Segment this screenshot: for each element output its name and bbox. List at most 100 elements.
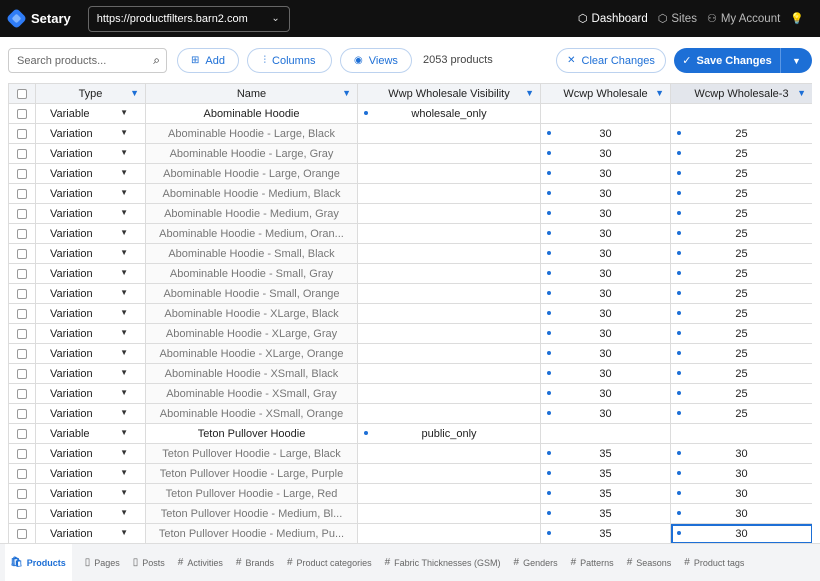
table-row[interactable]: Variation ▼ Abominable Hoodie - Small, Bla… [8,243,812,264]
visibility-cell[interactable] [357,303,541,324]
wholesale-3-cell[interactable] [670,423,812,444]
tab-posts[interactable]: ▯ Posts [133,544,165,581]
table-row[interactable]: Variation ▼ Abominable Hoodie - Medium, Bl… [8,183,812,204]
row-select-cell[interactable] [8,323,36,344]
clear-changes-button[interactable]: ✕ Clear Changes [556,48,666,73]
table-row[interactable]: Variation ▼ Abominable Hoodie - Medium, Gr… [8,203,812,224]
column-header-type[interactable]: Type ▼ [35,83,146,104]
caret-down-icon[interactable]: ▼ [120,208,128,217]
visibility-cell[interactable] [357,483,541,504]
row-select-cell[interactable] [8,483,36,504]
filter-icon[interactable]: ▼ [342,88,351,98]
name-cell[interactable]: Abominable Hoodie - XLarge, Orange [145,343,358,364]
column-header-visibility[interactable]: Wwp Wholesale Visibility ▼ [357,83,541,104]
caret-down-icon[interactable]: ▼ [120,288,128,297]
name-cell[interactable]: Teton Pullover Hoodie - Medium, Pu... [145,523,358,543]
wholesale-3-cell[interactable]: 25 [670,243,812,264]
name-cell[interactable]: Teton Pullover Hoodie [145,423,358,444]
views-button[interactable]: ◉ Views [340,48,412,73]
visibility-cell[interactable] [357,223,541,244]
tab-activities[interactable]: # Activities [178,544,223,581]
column-header-name[interactable]: Name ▼ [145,83,358,104]
name-cell[interactable]: Abominable Hoodie - XSmall, Black [145,363,358,384]
visibility-cell[interactable] [357,363,541,384]
filter-icon[interactable]: ▼ [655,88,664,98]
row-select-cell[interactable] [8,103,36,124]
table-row[interactable]: Variation ▼ Teton Pullover Hoodie - Large,… [8,443,812,464]
row-select-cell[interactable] [8,283,36,304]
caret-down-icon[interactable]: ▼ [120,408,128,417]
name-cell[interactable]: Abominable Hoodie - Small, Gray [145,263,358,284]
wholesale-3-cell[interactable]: 30 [670,483,812,504]
visibility-cell[interactable] [357,323,541,344]
caret-down-icon[interactable]: ▼ [120,168,128,177]
wholesale-cell[interactable]: 30 [540,343,671,364]
type-cell[interactable]: Variation ▼ [35,223,146,244]
wholesale-3-cell[interactable]: 25 [670,403,812,424]
name-cell[interactable]: Teton Pullover Hoodie - Large, Black [145,443,358,464]
table-row[interactable]: Variation ▼ Abominable Hoodie - Large, Gra… [8,143,812,164]
type-cell[interactable]: Variation ▼ [35,183,146,204]
wholesale-3-cell[interactable]: 25 [670,163,812,184]
type-cell[interactable]: Variation ▼ [35,483,146,504]
wholesale-3-cell[interactable]: 25 [670,143,812,164]
table-row[interactable]: Variation ▼ Abominable Hoodie - Large, Bla… [8,123,812,144]
wholesale-cell[interactable]: 30 [540,363,671,384]
row-select-cell[interactable] [8,343,36,364]
search-box[interactable]: ⌕ [8,48,167,73]
row-select-cell[interactable] [8,123,36,144]
wholesale-cell[interactable]: 35 [540,443,671,464]
search-input[interactable] [17,54,137,67]
wholesale-3-cell[interactable]: 25 [670,263,812,284]
visibility-cell[interactable]: public_only [357,423,541,444]
table-row[interactable]: Variation ▼ Abominable Hoodie - XLarge, Or… [8,343,812,364]
visibility-cell[interactable] [357,263,541,284]
tab-product-categories[interactable]: # Product categories [287,544,372,581]
name-cell[interactable]: Abominable Hoodie [145,103,358,124]
type-cell[interactable]: Variation ▼ [35,283,146,304]
wholesale-3-cell[interactable]: 25 [670,123,812,144]
column-header-wholesale-3[interactable]: Wcwp Wholesale-3 ▼ [670,83,812,104]
row-select-cell[interactable] [8,263,36,284]
caret-down-icon[interactable]: ▼ [120,468,128,477]
name-cell[interactable]: Teton Pullover Hoodie - Medium, Bl... [145,503,358,524]
table-row[interactable]: Variation ▼ Abominable Hoodie - XLarge, Gr… [8,323,812,344]
row-checkbox[interactable] [17,268,27,279]
visibility-cell[interactable] [357,243,541,264]
row-checkbox[interactable] [17,148,27,159]
table-row[interactable]: Variation ▼ Teton Pullover Hoodie - Large,… [8,463,812,484]
app-logo[interactable]: Setary [5,7,71,30]
tab-fabric-thicknesses-gsm[interactable]: # Fabric Thicknesses (GSM) [385,544,501,581]
table-row[interactable]: Variation ▼ Teton Pullover Hoodie - Large,… [8,483,812,504]
caret-down-icon[interactable]: ▼ [120,428,128,437]
type-cell[interactable]: Variation ▼ [35,363,146,384]
search-icon[interactable]: ⌕ [153,53,160,68]
row-select-cell[interactable] [8,163,36,184]
visibility-cell[interactable] [357,383,541,404]
name-cell[interactable]: Abominable Hoodie - XSmall, Gray [145,383,358,404]
name-cell[interactable]: Abominable Hoodie - Large, Orange [145,163,358,184]
row-checkbox[interactable] [17,428,27,439]
row-checkbox[interactable] [17,448,27,459]
caret-down-icon[interactable]: ▼ [120,368,128,377]
visibility-cell[interactable] [357,163,541,184]
caret-down-icon[interactable]: ▼ [120,388,128,397]
name-cell[interactable]: Abominable Hoodie - XSmall, Orange [145,403,358,424]
topnav-item-1[interactable]: ⬡ Sites [658,12,697,26]
wholesale-cell[interactable]: 30 [540,143,671,164]
visibility-cell[interactable] [357,463,541,484]
wholesale-cell[interactable]: 30 [540,263,671,284]
caret-down-icon[interactable]: ▼ [120,328,128,337]
row-checkbox[interactable] [17,348,27,359]
wholesale-cell[interactable]: 30 [540,183,671,204]
row-checkbox[interactable] [17,388,27,399]
row-select-cell[interactable] [8,383,36,404]
tab-brands[interactable]: # Brands [236,544,274,581]
wholesale-3-cell[interactable]: 25 [670,323,812,344]
row-checkbox[interactable] [17,208,27,219]
type-cell[interactable]: Variable ▼ [35,103,146,124]
name-cell[interactable]: Abominable Hoodie - Medium, Gray [145,203,358,224]
add-button[interactable]: ⊞ Add [177,48,239,73]
type-cell[interactable]: Variation ▼ [35,343,146,364]
caret-down-icon[interactable]: ▼ [120,508,128,517]
